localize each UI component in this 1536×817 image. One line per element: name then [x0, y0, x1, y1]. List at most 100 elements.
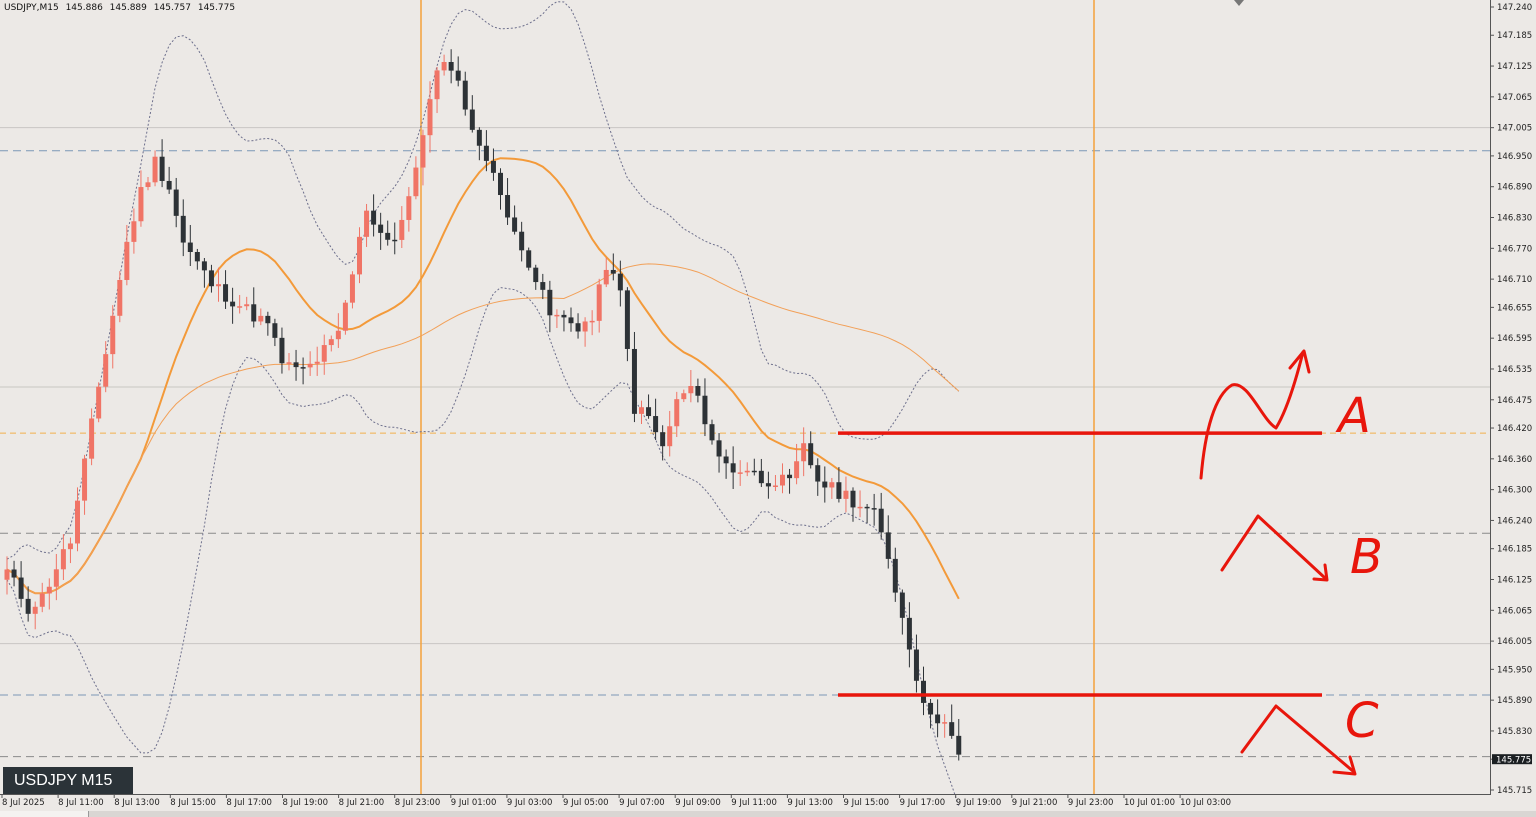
y-tick-label: 146.300	[1497, 486, 1532, 496]
candle-body	[878, 508, 884, 533]
candle-body	[335, 330, 341, 340]
high-value: 145.889	[109, 3, 147, 13]
candle-body	[561, 314, 567, 318]
price-chart[interactable]: A B C 147.240 147.185 147.125 147.065 147.005 1…	[0, 0, 1536, 817]
x-tick-label: 8 Jul 11:00	[58, 798, 104, 808]
x-tick-label: 8 Jul 15:00	[170, 798, 216, 808]
candle-body	[89, 418, 95, 459]
candle	[96, 382, 102, 423]
candle-body	[568, 317, 574, 324]
x-tick-label: 9 Jul 05:00	[563, 798, 609, 808]
candle-body	[462, 80, 468, 110]
candle-body	[913, 649, 919, 681]
close-value: 145.775	[197, 3, 236, 13]
candle-body	[180, 215, 186, 243]
candle-body	[617, 273, 623, 291]
candle-body	[166, 180, 172, 190]
candle-body	[547, 289, 553, 316]
candle-body	[321, 345, 327, 362]
candle-body	[117, 279, 123, 316]
candle-body	[441, 62, 447, 71]
candle-body	[251, 304, 257, 322]
y-tick-label: 146.770	[1497, 244, 1532, 254]
x-tick-label: 9 Jul 17:00	[900, 798, 946, 808]
candle-body	[406, 196, 412, 220]
x-tick-label: 9 Jul 23:00	[1068, 798, 1114, 808]
y-tick-label: 147.185	[1497, 31, 1532, 41]
scenario-label-a: A	[1335, 388, 1371, 444]
candle-body	[124, 241, 130, 280]
y-tick-label: 146.950	[1497, 152, 1532, 162]
y-tick-label: 147.125	[1497, 62, 1532, 72]
candle-body	[624, 290, 630, 349]
candle-body	[490, 160, 496, 173]
candle-body	[208, 270, 214, 287]
candle-body	[230, 301, 236, 307]
candle-body	[469, 109, 475, 130]
candle-body	[512, 217, 518, 232]
candle-body	[53, 569, 59, 587]
candle-body	[46, 586, 52, 594]
candle-body	[67, 543, 73, 550]
candle-body	[928, 702, 934, 715]
open-value: 145.886	[65, 3, 103, 13]
candle	[342, 299, 348, 335]
chart-tab[interactable]	[0, 811, 89, 817]
y-tick-label: 145.890	[1497, 696, 1532, 706]
y-tick-label: 147.005	[1497, 124, 1532, 134]
symbol-label: USDJPY,M15	[4, 3, 59, 13]
candle-body	[765, 483, 771, 487]
candle-body	[596, 284, 602, 321]
candle-body	[822, 481, 828, 488]
candle-body	[223, 284, 229, 302]
candle-body	[237, 306, 243, 308]
y-tick-label: 146.595	[1497, 334, 1532, 344]
candle-body	[533, 267, 539, 283]
candle-body	[216, 284, 221, 287]
x-tick-label: 8 Jul 2025	[2, 798, 45, 808]
x-tick-label: 10 Jul 03:00	[1180, 798, 1231, 808]
candle-body	[110, 315, 116, 355]
x-tick-label: 9 Jul 11:00	[731, 798, 777, 808]
candle-body	[808, 443, 814, 466]
candle-body	[60, 549, 66, 570]
x-tick-label: 8 Jul 17:00	[226, 798, 272, 808]
y-tick-label: 146.240	[1497, 516, 1532, 526]
candle-body	[935, 714, 941, 724]
candle-body	[420, 135, 426, 168]
candle-body	[646, 407, 652, 417]
candle-body	[25, 598, 31, 614]
candle-body	[498, 172, 503, 196]
candle-body	[702, 395, 708, 425]
candle-body	[505, 195, 511, 218]
candle-body	[688, 385, 694, 394]
candle-body	[272, 323, 278, 338]
x-tick-label: 9 Jul 03:00	[507, 798, 553, 808]
candle-body	[364, 210, 370, 237]
y-tick-label: 146.125	[1497, 575, 1532, 585]
candle-body	[730, 463, 736, 473]
candle	[526, 247, 532, 271]
y-tick-label: 146.535	[1497, 365, 1532, 375]
candle-body	[660, 432, 666, 447]
candle-body	[836, 482, 842, 499]
candle-body	[138, 187, 144, 222]
scenario-label-c: C	[1345, 693, 1379, 749]
candle-body	[631, 348, 637, 414]
candle-body	[194, 251, 200, 262]
candle-body	[709, 424, 715, 441]
bottom-tab-strip	[0, 811, 1536, 817]
candle-body	[307, 363, 313, 368]
candle-body	[131, 221, 137, 242]
x-tick-label: 8 Jul 21:00	[339, 798, 385, 808]
y-tick-label: 145.830	[1497, 727, 1532, 737]
symbol-badge: USDJPY M15	[3, 767, 133, 794]
candle-body	[328, 339, 334, 346]
candle-body	[885, 532, 891, 559]
y-tick-label: 146.655	[1497, 303, 1532, 313]
x-tick-label: 9 Jul 15:00	[844, 798, 890, 808]
candle-body	[455, 70, 461, 81]
x-tick-label: 9 Jul 21:00	[1012, 798, 1058, 808]
x-tick-label: 9 Jul 13:00	[787, 798, 833, 808]
candle-body	[448, 62, 454, 71]
